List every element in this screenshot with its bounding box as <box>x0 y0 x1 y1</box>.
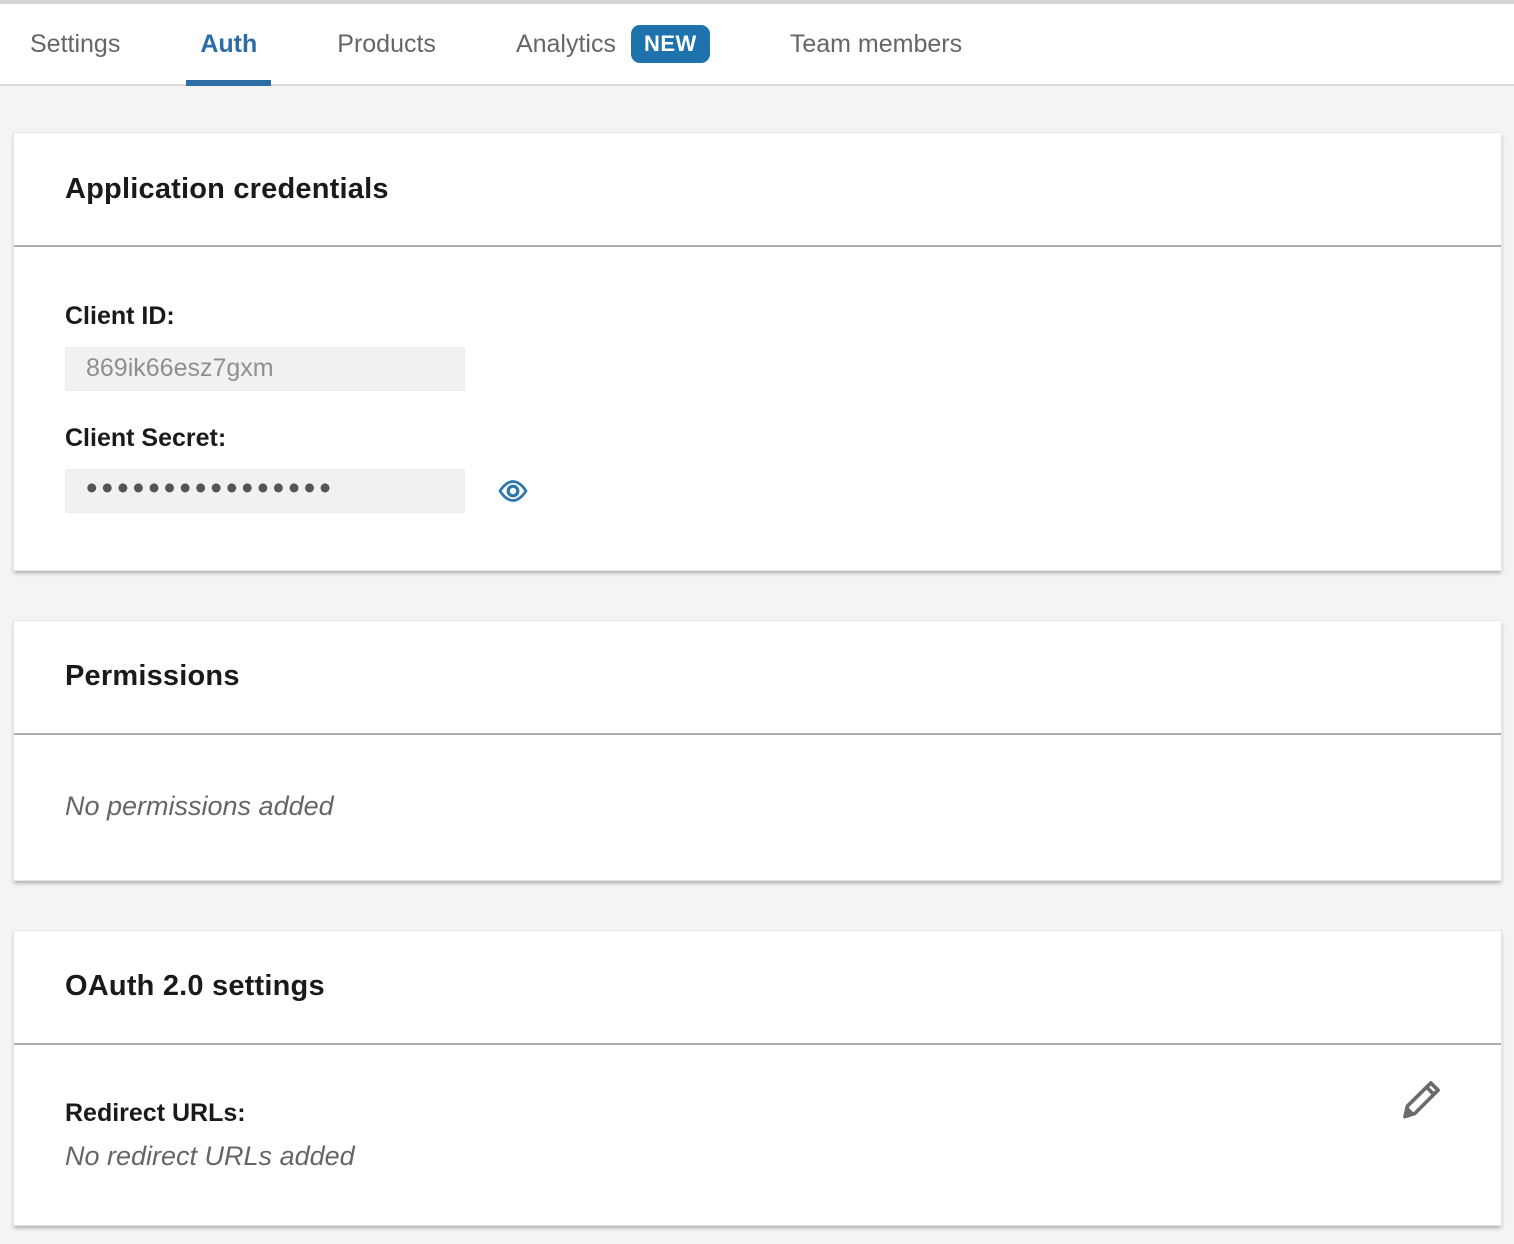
client-id-field[interactable]: 869ik66esz7gxm <box>65 347 465 391</box>
edit-redirect-urls-button[interactable] <box>1399 1076 1445 1122</box>
eye-icon <box>496 477 530 505</box>
tab-analytics-label: Analytics <box>516 30 616 59</box>
oauth-settings-title: OAuth 2.0 settings <box>65 970 325 1003</box>
tab-settings-label: Settings <box>30 30 120 59</box>
tab-team-members[interactable]: Team members <box>776 4 976 84</box>
tab-analytics[interactable]: Analytics NEW <box>502 4 724 84</box>
tab-products[interactable]: Products <box>323 4 450 84</box>
client-secret-masked-value: •••••••••••••••• <box>86 471 335 504</box>
no-redirect-urls-text: No redirect URLs added <box>65 1141 1450 1172</box>
permissions-header: Permissions <box>14 621 1501 735</box>
client-secret-label: Client Secret: <box>65 424 1450 453</box>
oauth-settings-card: OAuth 2.0 settings Redirect URLs: No red… <box>13 930 1502 1227</box>
tab-bar: Settings Auth Products Analytics NEW Tea… <box>0 0 1514 86</box>
client-id-label: Client ID: <box>65 302 1450 331</box>
application-credentials-body: Client ID: 869ik66esz7gxm Client Secret:… <box>14 247 1501 570</box>
application-credentials-title: Application credentials <box>65 173 389 206</box>
application-credentials-header: Application credentials <box>14 133 1501 247</box>
client-secret-row: •••••••••••••••• <box>65 469 1450 513</box>
auth-tab-content: Application credentials Client ID: 869ik… <box>0 86 1514 1239</box>
tab-auth[interactable]: Auth <box>186 4 271 84</box>
client-secret-field[interactable]: •••••••••••••••• <box>65 469 465 513</box>
show-client-secret-button[interactable] <box>496 477 530 505</box>
permissions-body: No permissions added <box>14 735 1501 880</box>
new-badge: NEW <box>631 25 710 63</box>
tab-settings[interactable]: Settings <box>16 4 134 84</box>
application-credentials-card: Application credentials Client ID: 869ik… <box>13 132 1502 571</box>
tab-auth-label: Auth <box>200 30 257 59</box>
oauth-settings-body: Redirect URLs: No redirect URLs added <box>14 1045 1501 1226</box>
redirect-urls-label: Redirect URLs: <box>65 1099 1450 1128</box>
no-permissions-text: No permissions added <box>65 791 1450 822</box>
permissions-card: Permissions No permissions added <box>13 620 1502 881</box>
tab-team-members-label: Team members <box>790 30 962 59</box>
client-id-value: 869ik66esz7gxm <box>86 354 274 383</box>
oauth-settings-header: OAuth 2.0 settings <box>14 931 1501 1045</box>
pencil-icon <box>1399 1076 1445 1122</box>
permissions-title: Permissions <box>65 660 240 693</box>
tab-products-label: Products <box>337 30 436 59</box>
